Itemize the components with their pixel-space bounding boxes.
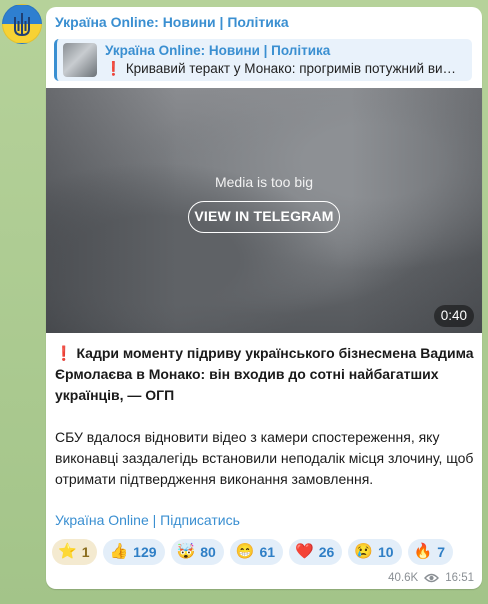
- reaction-thumbs-up[interactable]: 👍 129: [103, 539, 165, 565]
- avatar-trident-icon: [14, 13, 30, 37]
- star-icon: ⭐: [58, 543, 77, 560]
- view-in-telegram-button[interactable]: VIEW IN TELEGRAM: [188, 201, 340, 233]
- channel-avatar[interactable]: [2, 4, 42, 44]
- exclamation-icon: ❗: [55, 345, 73, 361]
- reaction-heart[interactable]: ❤️ 26: [289, 539, 343, 565]
- heart-icon: ❤️: [295, 543, 314, 560]
- post-headline-text: Кадри моменту підриву українського бізне…: [55, 345, 474, 403]
- reply-preview[interactable]: Україна Online: Новини | Політика ❗ Крива…: [54, 39, 472, 81]
- reaction-crying[interactable]: 😢 10: [348, 539, 402, 565]
- video-preview[interactable]: Media is too big VIEW IN TELEGRAM 0:40: [46, 88, 482, 333]
- reaction-count: 129: [133, 544, 157, 560]
- crying-icon: 😢: [354, 543, 374, 560]
- reaction-star[interactable]: ⭐ 1: [52, 539, 98, 565]
- thumbs-up-icon: 👍: [109, 543, 129, 560]
- eye-icon: [424, 573, 440, 583]
- post-headline: ❗ Кадри моменту підриву українського бізн…: [55, 343, 475, 406]
- reply-text-content: Кривавий теракт у Монако: прогримів поту…: [125, 61, 457, 76]
- subscribe-link[interactable]: Україна Online | Підписатись: [55, 512, 240, 528]
- exploding-head-icon: 🤯: [176, 543, 196, 560]
- message-bubble: Україна Online: Новини | Політика Україн…: [46, 7, 482, 589]
- reaction-count: 7: [437, 544, 446, 560]
- post-body: СБУ вдалося відновити відео з камери спо…: [55, 429, 474, 487]
- view-count: 40.6K: [388, 572, 419, 584]
- reply-thumbnail: [63, 43, 97, 77]
- reaction-count: 61: [259, 544, 276, 560]
- reaction-count: 10: [378, 544, 394, 560]
- reaction-count: 80: [200, 544, 216, 560]
- reactions-bar: ⭐ 1 👍 129 🤯 80 😁 61 ❤️ 26 😢 10 🔥 7: [52, 539, 454, 565]
- channel-name[interactable]: Україна Online: Новини | Політика: [55, 14, 289, 30]
- message-meta: 40.6K 16:51: [388, 572, 474, 584]
- reaction-count: 26: [318, 544, 335, 560]
- video-duration-badge: 0:40: [433, 305, 474, 327]
- grin-icon: 😁: [235, 543, 255, 560]
- exclamation-icon: ❗: [105, 61, 122, 76]
- message-time: 16:51: [445, 572, 474, 584]
- media-too-big-message: Media is too big: [214, 174, 314, 190]
- reply-title: Україна Online: Новини | Політика: [105, 43, 331, 58]
- reaction-count: 1: [81, 544, 90, 560]
- reaction-grin[interactable]: 😁 61: [229, 539, 284, 565]
- reaction-exploding-head[interactable]: 🤯 80: [170, 539, 224, 565]
- fire-icon: 🔥: [413, 543, 433, 560]
- reply-text: ❗ Кривавий теракт у Монако: прогримів пот…: [105, 61, 469, 77]
- reaction-fire[interactable]: 🔥 7: [407, 539, 454, 565]
